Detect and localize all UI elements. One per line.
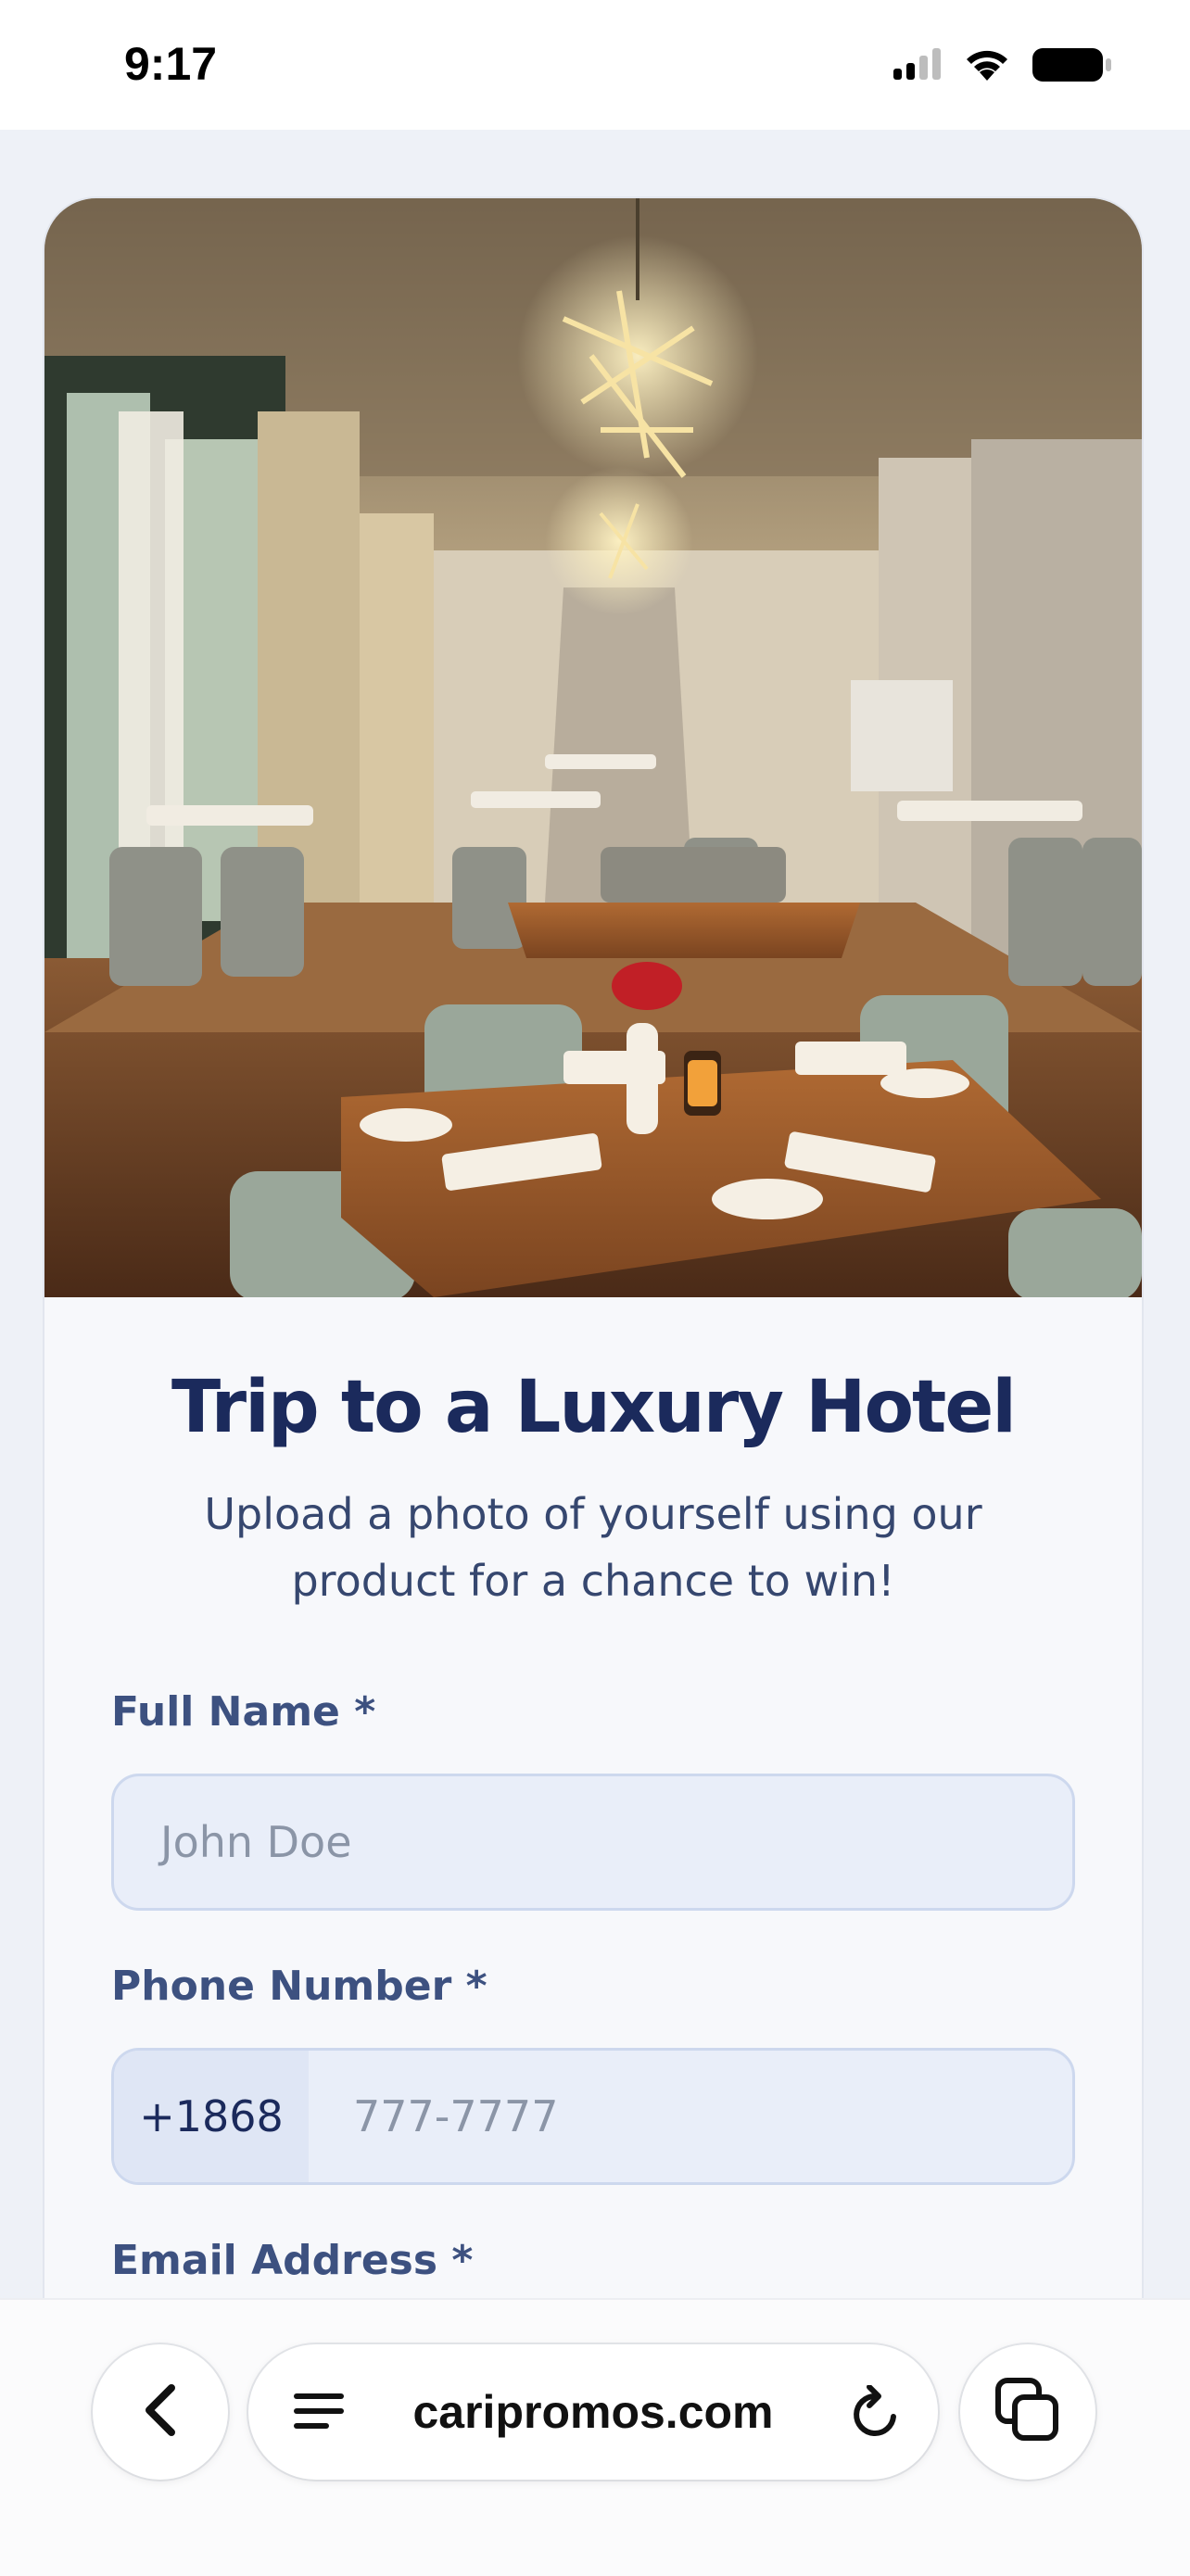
email-address-label: Email Address * xyxy=(111,2237,474,2284)
address-bar[interactable]: caripromos.com xyxy=(248,2344,938,2480)
full-name-placeholder: John Doe xyxy=(160,1817,352,1867)
full-name-label: Full Name * xyxy=(111,1688,376,1736)
phone-number-input[interactable]: 777-7777 xyxy=(353,2051,558,2182)
phone-number-label: Phone Number * xyxy=(111,1963,487,2010)
battery-icon xyxy=(1032,46,1112,83)
status-bar: 9:17 xyxy=(0,0,1190,130)
tabs-button[interactable] xyxy=(960,2344,1095,2480)
wifi-icon xyxy=(962,47,1012,82)
hero-image xyxy=(44,198,1142,1297)
chevron-left-icon xyxy=(142,2382,179,2442)
url-text: caripromos.com xyxy=(412,2386,774,2438)
phone-number-field: +1868 777-7777 xyxy=(111,2048,1075,2185)
promo-card: Trip to a Luxury Hotel Upload a photo of… xyxy=(44,198,1142,2422)
reload-icon[interactable] xyxy=(851,2384,899,2443)
browser-toolbar: caripromos.com xyxy=(0,2298,1190,2576)
back-button[interactable] xyxy=(93,2344,228,2480)
page-title: Trip to a Luxury Hotel xyxy=(171,1366,1017,1449)
page-subtitle: Upload a photo of yourself using our pro… xyxy=(204,1489,982,1606)
full-name-input[interactable]: John Doe xyxy=(111,1774,1075,1911)
status-time: 9:17 xyxy=(124,38,218,90)
country-code-prefix[interactable]: +1868 xyxy=(114,2051,309,2182)
status-icons xyxy=(893,46,1112,83)
cellular-signal-icon xyxy=(893,48,942,82)
tabs-icon xyxy=(994,2377,1061,2447)
